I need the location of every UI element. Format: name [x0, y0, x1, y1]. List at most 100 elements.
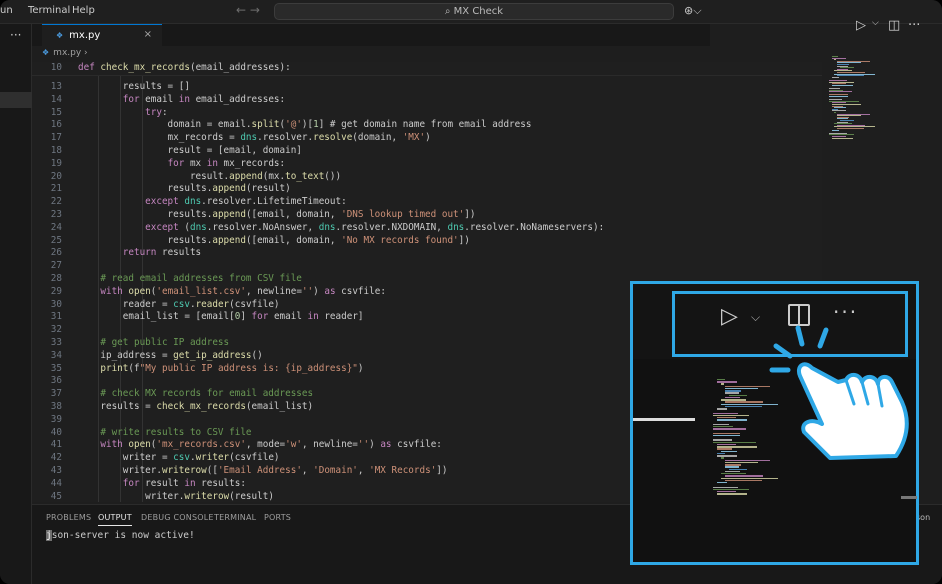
command-center-search[interactable]: ⌕ MX Check [274, 3, 674, 20]
line-number: 34 [50, 349, 62, 361]
code-text: except dns.resolver.LifetimeTimeout: [145, 196, 347, 208]
line-number: 31 [50, 311, 62, 323]
line-number: 27 [50, 260, 62, 272]
callout-editor-edge [633, 418, 695, 421]
minimap-line [712, 488, 749, 491]
search-text: MX Check [453, 6, 504, 17]
output-text: son-server is now active! [51, 530, 195, 541]
code-text: for mx in mx_records: [167, 157, 286, 169]
minimap-line [724, 390, 742, 392]
more-actions-icon[interactable]: ··· [908, 18, 920, 33]
breadcrumb[interactable]: ❖ mx.py › [42, 48, 88, 58]
code-line: 19 for mx in mx_records: [32, 158, 822, 171]
line-number: 33 [50, 337, 62, 348]
close-tab-icon[interactable]: × [144, 29, 152, 40]
menu-help[interactable]: Help [72, 5, 95, 16]
minimap-line [724, 479, 763, 482]
more-icon[interactable]: ··· [10, 28, 21, 42]
tab-problems[interactable]: PROBLEMS [46, 513, 91, 522]
line-number: 28 [50, 273, 62, 284]
code-text: for email in email_addresses: [122, 93, 286, 105]
minimap[interactable] [826, 56, 906, 146]
activity-selected-item[interactable] [0, 92, 32, 108]
minimap-line [716, 493, 747, 495]
code-line: 24 except (dns.resolver.NoAnswer, dns.re… [32, 222, 822, 235]
code-text: results = check_mx_records(email_list) [78, 401, 314, 412]
code-line: 17 mx_records = dns.resolver.resolve(dom… [32, 132, 822, 145]
minimap-line [716, 455, 738, 457]
breadcrumb-file[interactable]: mx.py [53, 48, 81, 58]
nav-arrows[interactable]: ← → [236, 3, 260, 17]
line-number: 44 [50, 477, 62, 489]
minimap-line [837, 128, 865, 129]
code-text: return results [122, 247, 202, 259]
line-number: 20 [50, 170, 62, 182]
code-line: 26 return results [32, 247, 822, 260]
code-line: 13 results = [] [32, 81, 822, 94]
code-text: results.append(result) [78, 183, 291, 195]
search-icon: ⌕ [444, 6, 454, 17]
tab-mx-py[interactable]: ❖ mx.py × [42, 24, 162, 46]
tab-ports[interactable]: PORTS [264, 513, 291, 522]
minimap-line [724, 405, 763, 408]
minimap-line [720, 457, 724, 459]
minimap-line [831, 76, 839, 78]
code-line: 21 results.append(result) [32, 183, 822, 196]
line-number: 39 [50, 413, 62, 425]
code-text: reader = csv.reader(csvfile) [78, 298, 280, 310]
minimap-line [724, 392, 740, 394]
code-text: results.append([email, domain, 'DNS look… [78, 209, 476, 220]
minimap-line [716, 417, 737, 419]
minimap-line [834, 112, 837, 113]
code-text: except (dns.resolver.NoAnswer, dns.resol… [145, 221, 605, 233]
line-number: 22 [50, 196, 62, 208]
sticky-scroll-line[interactable]: 10 def check_mx_records(email_addresses): [32, 62, 822, 76]
minimap-line [831, 137, 854, 139]
line-number: 18 [50, 145, 62, 156]
code-line: 18 result = [email, domain] [32, 145, 822, 158]
code-line: 15 try: [32, 107, 822, 120]
sticky-code-text: def check_mx_records(email_addresses): [78, 62, 291, 73]
run-python-file-icon[interactable]: ▷ [856, 18, 866, 33]
run-python-file-icon[interactable]: ▷ [721, 304, 738, 329]
line-number: 26 [50, 247, 62, 259]
minimap-line [716, 381, 738, 383]
split-editor-icon[interactable]: ◫ [888, 18, 900, 33]
minimap-line [724, 459, 771, 462]
minimap-line [716, 448, 733, 450]
tab-label: mx.py [69, 30, 101, 41]
tab-terminal[interactable]: TERMINAL [214, 513, 256, 522]
code-line: 25 results.append([email, domain, 'No MX… [32, 235, 822, 248]
code-text: # write results to CSV file [100, 426, 252, 438]
menu-run[interactable]: un [0, 5, 13, 16]
editor-tab-bar: ❖ mx.py × [32, 24, 710, 46]
minimap-line [720, 383, 724, 385]
code-text: mx_records = dns.resolver.resolve(domain… [78, 132, 431, 144]
line-number: 24 [50, 221, 62, 233]
minimap-line [724, 385, 771, 388]
menu-terminal[interactable]: Terminal [28, 5, 70, 16]
code-text: results.append([email, domain, 'No MX re… [78, 234, 470, 246]
minimap-line [716, 491, 737, 493]
line-number: 41 [50, 439, 62, 451]
line-number: 16 [50, 119, 62, 131]
minimap-line [724, 470, 741, 473]
run-options-chevron-icon[interactable]: ⌵ [751, 310, 760, 325]
run-options-chevron-icon[interactable]: ⌵ [872, 18, 879, 28]
minimap-line [716, 446, 758, 448]
minimap-line [828, 96, 848, 97]
tab-output[interactable]: OUTPUT [98, 513, 132, 526]
breadcrumb-separator: › [84, 48, 88, 58]
code-text: # get public IP address [100, 337, 230, 348]
minimap-line [837, 75, 865, 77]
minimap-line [712, 423, 729, 426]
code-text: results = [] [78, 81, 190, 92]
copilot-icon[interactable]: ⊛⌵ [684, 4, 702, 18]
line-number: 43 [50, 465, 62, 476]
tab-debug-console[interactable]: DEBUG CONSOLE [141, 513, 214, 522]
minimap-line [720, 450, 737, 453]
minimap-line [712, 414, 749, 417]
minimap-line [724, 396, 741, 399]
code-line: 23 results.append([email, domain, 'DNS l… [32, 209, 822, 222]
code-line: 22 except dns.resolver.LifetimeTimeout: [32, 196, 822, 209]
